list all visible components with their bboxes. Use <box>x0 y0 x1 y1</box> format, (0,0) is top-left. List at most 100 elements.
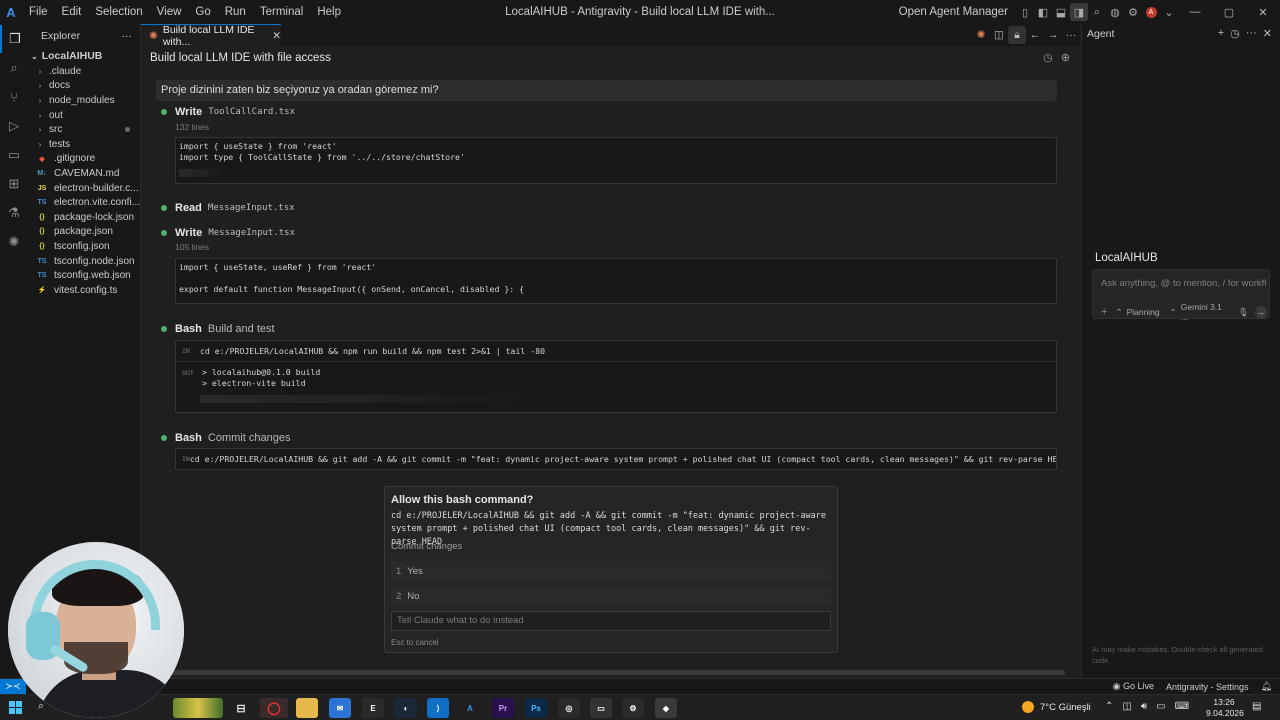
keyboard-icon[interactable]: ⌨ <box>1175 701 1189 712</box>
tree-folder[interactable]: › docs <box>28 79 140 94</box>
premiere-pro-icon[interactable]: Pr <box>492 698 514 718</box>
steam-icon[interactable]: ◐ <box>395 698 417 718</box>
menu-file[interactable]: File <box>22 0 55 24</box>
menu-terminal[interactable]: Terminal <box>253 0 310 24</box>
tool-step-write[interactable]: Write MessageInput.tsx <box>161 227 295 239</box>
tree-file[interactable]: {} package-lock.json <box>28 210 140 225</box>
go-live-button[interactable]: ◉ Go Live <box>1113 681 1154 692</box>
bash-command-card[interactable]: IN cd e:/PROJELER/LocalAIHUB && git add … <box>175 448 1057 470</box>
agent-input-placeholder[interactable]: Ask anything, @ to mention, / for workfl… <box>1101 278 1267 289</box>
tree-file[interactable]: M↓ CAVEMAN.md <box>28 166 140 181</box>
more-actions-icon[interactable]: ··· <box>1246 27 1257 40</box>
explorer-files-icon[interactable]: ❐ <box>0 25 28 53</box>
option-no-button[interactable]: 2 No <box>391 586 831 606</box>
split-editor-icon[interactable]: ◫ <box>990 26 1008 44</box>
tool-step-bash[interactable]: Bash Commit changes <box>161 432 290 444</box>
close-window-button[interactable]: ✕ <box>1246 0 1280 24</box>
send-arrow-icon[interactable]: → <box>1254 305 1267 319</box>
agent-spark-icon[interactable]: ✺ <box>0 228 28 256</box>
history-clock-icon[interactable]: ◷ <box>1043 51 1053 64</box>
tool-step-write[interactable]: Write ToolCallCard.tsx <box>161 106 295 118</box>
tool-step-bash[interactable]: Bash Build and test <box>161 323 275 335</box>
run-debug-icon[interactable]: ▷ <box>0 112 28 140</box>
lock-icon[interactable]: 🔒︎ <box>1008 26 1026 44</box>
mode-selector[interactable]: Planning <box>1127 307 1160 317</box>
battery-icon[interactable]: ▭ <box>1156 701 1165 712</box>
speaker-icon[interactable]: 🔊︎ <box>1141 701 1147 712</box>
notifications-bell-icon[interactable]: 🔔︎ <box>1261 681 1272 692</box>
tree-folder[interactable]: › node_modules <box>28 93 140 108</box>
agent-input-box[interactable]: Ask anything, @ to mention, / for workfl… <box>1092 269 1270 322</box>
vscode-icon[interactable]: ⟩ <box>427 698 449 718</box>
tree-folder[interactable]: › .claude <box>28 64 140 79</box>
more-actions-icon[interactable]: ··· <box>1062 26 1080 44</box>
new-chat-icon[interactable]: ⊕ <box>1061 51 1070 64</box>
photoshop-icon[interactable]: Ps <box>525 698 547 718</box>
microphone-icon[interactable]: 🎙︎ <box>1238 307 1249 318</box>
layout-bottom-icon[interactable]: ⬓ <box>1052 3 1070 21</box>
bash-output-card[interactable]: IN cd e:/PROJELER/LocalAIHUB && npm run … <box>175 340 1057 413</box>
taskbar-clock[interactable]: 13:26 9.04.2026 <box>1206 697 1244 719</box>
close-icon[interactable]: ✕ <box>1263 27 1272 40</box>
chevron-up-icon[interactable]: ⌃ <box>1105 701 1113 712</box>
layout-sidebar-icon[interactable]: ◧ <box>1034 3 1052 21</box>
testing-flask-icon[interactable]: ⚗ <box>0 199 28 227</box>
add-context-icon[interactable]: + <box>1101 306 1107 318</box>
menu-edit[interactable]: Edit <box>55 0 89 24</box>
obs-icon[interactable]: ◎ <box>558 698 580 718</box>
layout-panel-icon[interactable]: ▯ <box>1016 3 1034 21</box>
tool-step-read[interactable]: Read MessageInput.tsx <box>161 202 295 214</box>
settings-app-icon[interactable]: ⚙ <box>622 698 644 718</box>
code-preview[interactable]: import { useState, useRef } from 'react'… <box>175 258 1057 304</box>
source-control-icon[interactable]: ⑂ <box>0 83 28 111</box>
history-icon[interactable]: ◷ <box>1230 27 1240 40</box>
maximize-button[interactable]: ▢ <box>1212 0 1246 24</box>
tree-file[interactable]: ⚡ vitest.config.ts <box>28 283 140 298</box>
task-view-icon[interactable]: ⊟ <box>230 698 252 718</box>
arrow-right-icon[interactable]: → <box>1044 26 1062 44</box>
remote-explorer-icon[interactable]: ▭ <box>0 141 28 169</box>
tree-folder[interactable]: › src <box>28 122 140 137</box>
claude-spark-icon[interactable]: ✺ <box>972 26 990 44</box>
open-agent-manager-button[interactable]: Open Agent Manager <box>899 6 1008 18</box>
instead-input[interactable]: Tell Claude what to do instead <box>391 611 831 631</box>
tree-file[interactable]: TS electron.vite.confi... <box>28 195 140 210</box>
menu-help[interactable]: Help <box>310 0 348 24</box>
layout-secondary-icon[interactable]: ◨ <box>1070 3 1088 21</box>
menu-view[interactable]: View <box>150 0 189 24</box>
search-icon[interactable]: ⌕ <box>1088 3 1106 21</box>
close-tab-icon[interactable]: ✕ <box>272 30 281 42</box>
menu-run[interactable]: Run <box>218 0 253 24</box>
extensions-icon[interactable]: ⊞ <box>0 170 28 198</box>
tree-file[interactable]: JS electron-builder.c... <box>28 181 140 196</box>
tree-file[interactable]: TS tsconfig.web.json <box>28 268 140 283</box>
model-selector[interactable]: Gemini 3.1 ... <box>1181 302 1228 322</box>
workspace-root[interactable]: ⌄ LocalAIHUB <box>28 48 140 64</box>
network-icon[interactable]: ◫ <box>1122 701 1131 712</box>
terminal-icon[interactable]: ▭ <box>590 698 612 718</box>
search-icon[interactable]: ⌕ <box>0 54 28 82</box>
tab-agent-conversation[interactable]: ✺ Build local LLM IDE with... ✕ <box>141 24 281 48</box>
globe-icon[interactable]: ◍ <box>1106 3 1124 21</box>
tree-file[interactable]: {} package.json <box>28 225 140 240</box>
mail-icon[interactable]: ✉ <box>329 698 351 718</box>
horizontal-scrollbar[interactable] <box>165 670 1065 675</box>
antigravity-icon[interactable]: A <box>459 698 481 718</box>
menu-selection[interactable]: Selection <box>88 0 149 24</box>
weather-widget[interactable]: 7°C Güneşli <box>1022 701 1091 713</box>
settings-gear-icon[interactable]: ⚙ <box>1124 3 1142 21</box>
app-icon[interactable]: ◆ <box>655 698 677 718</box>
notification-center-icon[interactable]: ▤ <box>1252 701 1261 712</box>
account-avatar[interactable]: A <box>1142 3 1160 21</box>
tree-file[interactable]: {} tsconfig.json <box>28 239 140 254</box>
tree-file[interactable]: ◆ .gitignore <box>28 152 140 167</box>
tree-folder[interactable]: › tests <box>28 137 140 152</box>
opera-browser-icon[interactable]: ◯ <box>260 698 288 718</box>
add-icon[interactable]: + <box>1218 27 1224 40</box>
epic-games-icon[interactable]: E <box>362 698 384 718</box>
minimize-button[interactable]: — <box>1178 0 1212 24</box>
more-actions-icon[interactable]: ··· <box>122 30 133 42</box>
code-preview[interactable]: import { useState } from 'react' import … <box>175 137 1057 184</box>
tree-file[interactable]: TS tsconfig.node.json <box>28 254 140 269</box>
file-explorer-icon[interactable] <box>296 698 318 718</box>
